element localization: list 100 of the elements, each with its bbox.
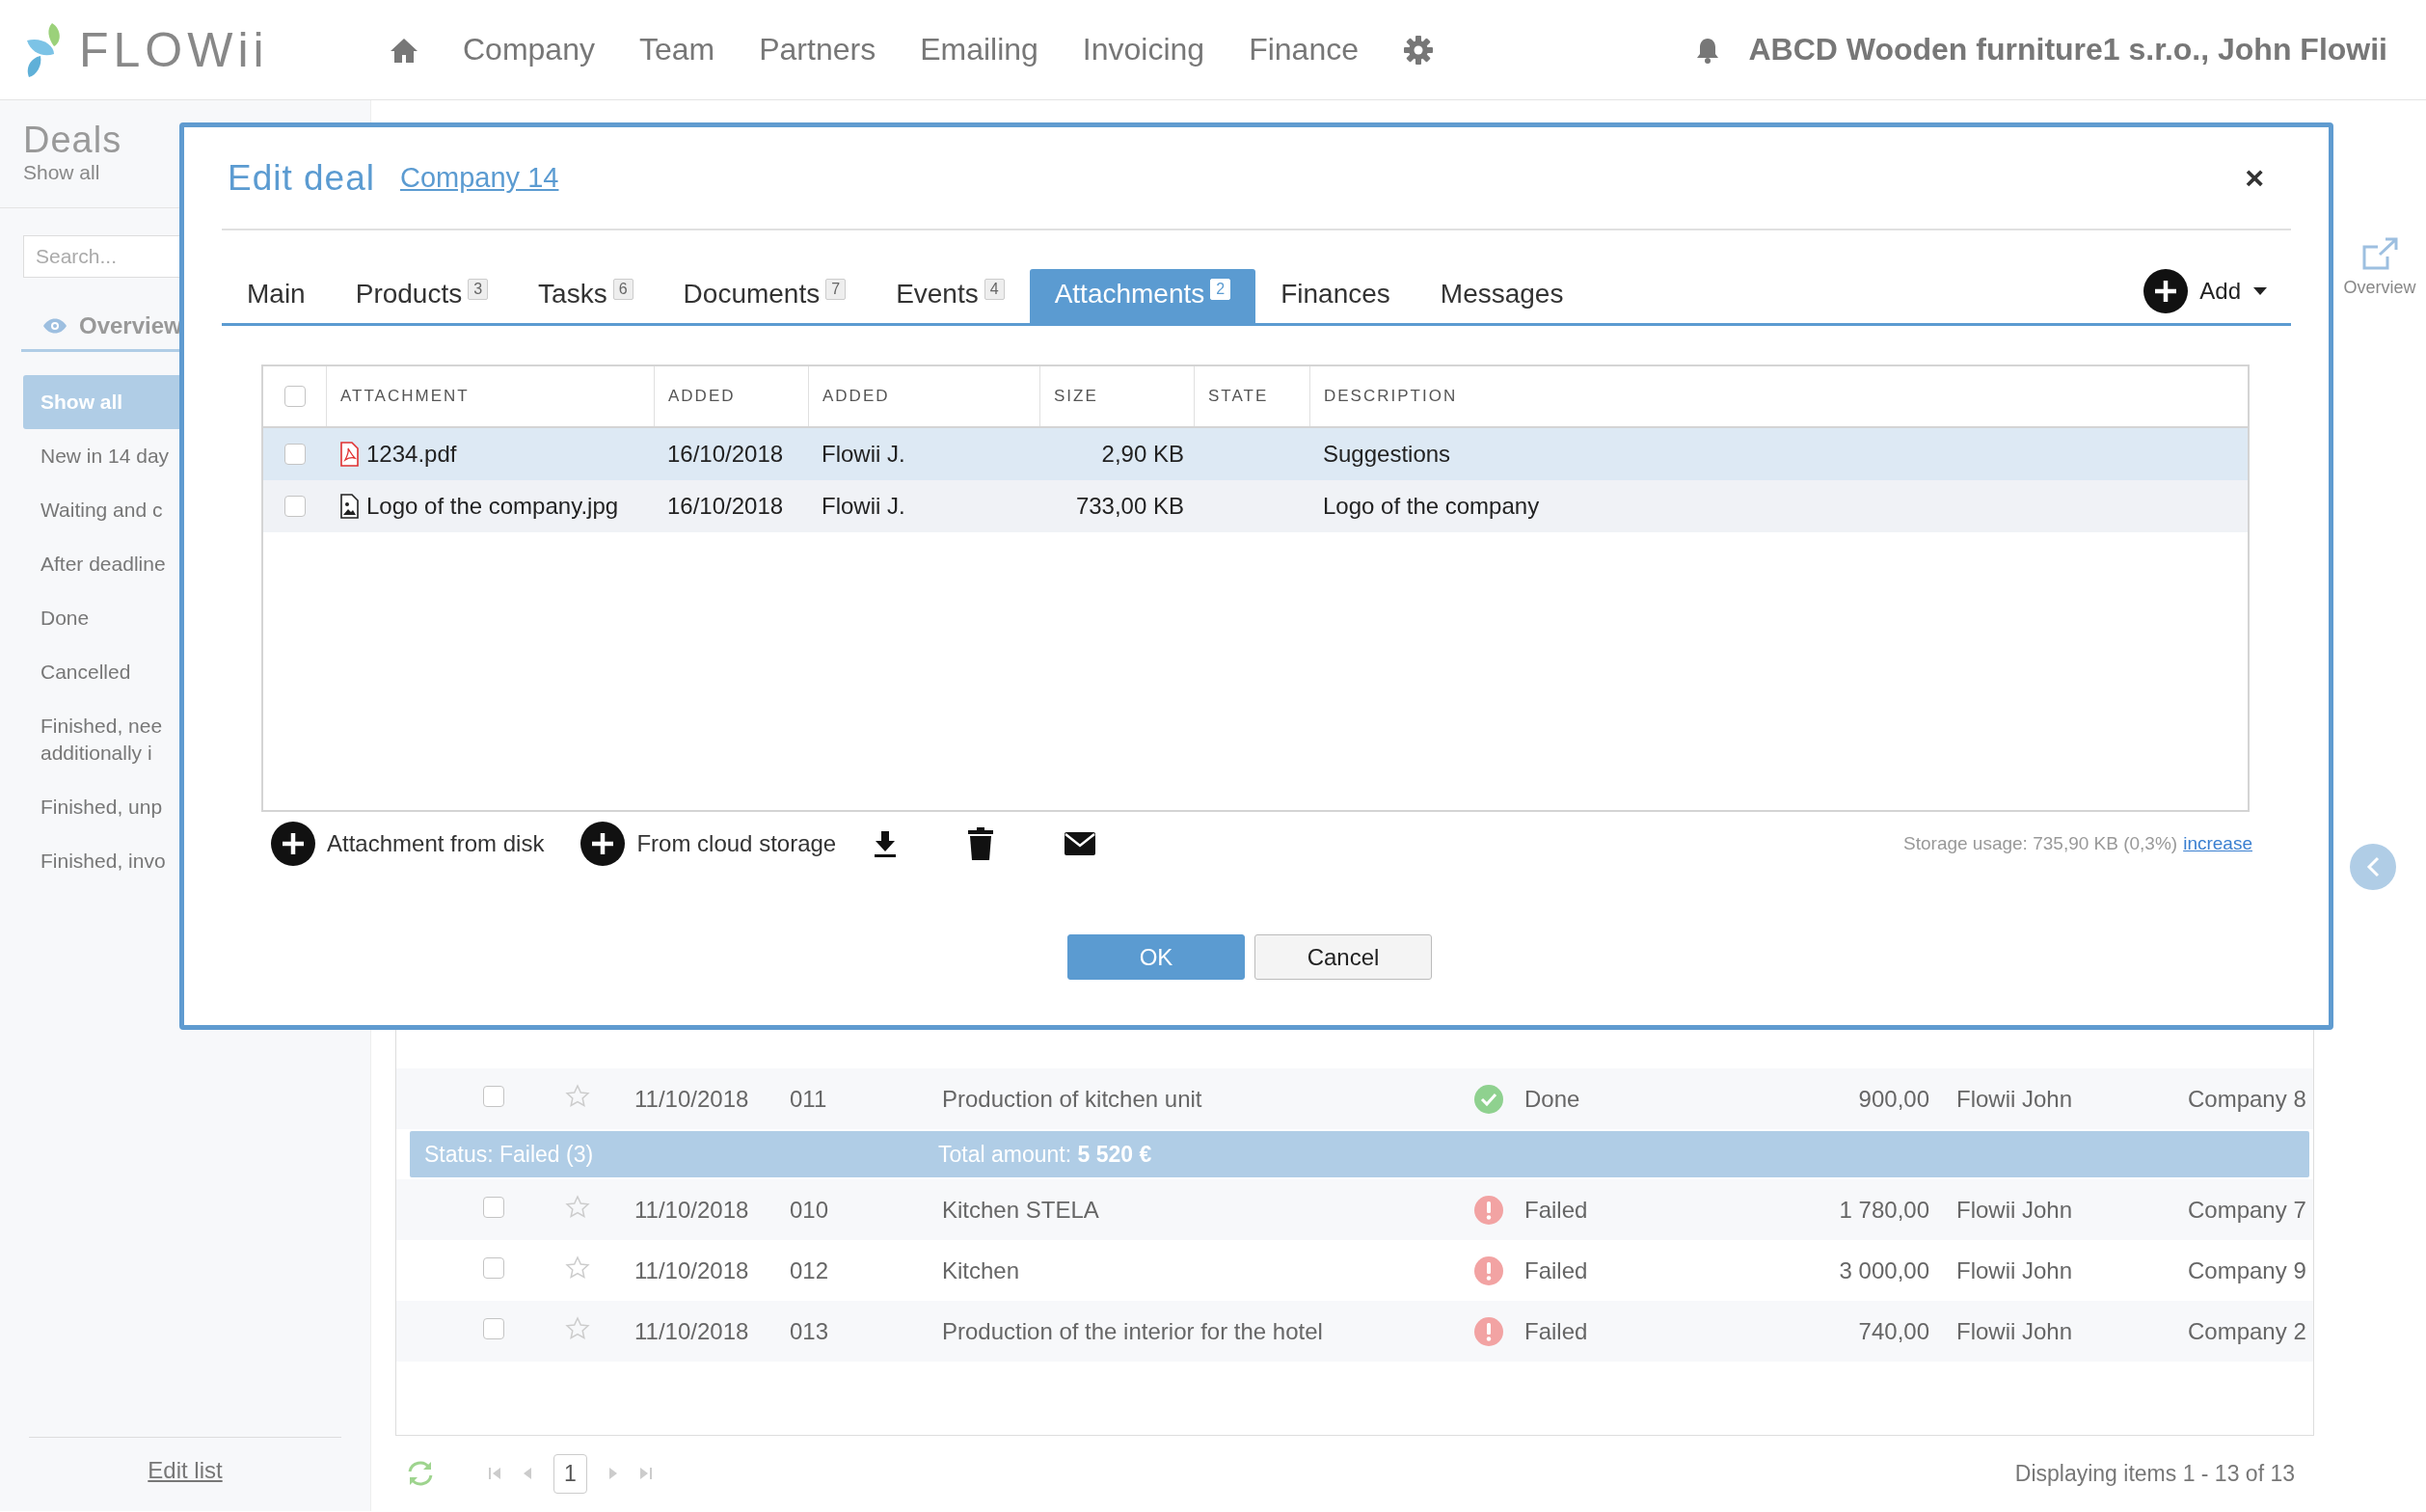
page-title: Deals <box>23 120 122 161</box>
tab-label: Documents <box>683 279 821 310</box>
status-label: Failed <box>1524 1317 1589 1345</box>
column-header[interactable]: ADDED <box>808 366 1039 426</box>
attachment-row[interactable]: Logo of the company.jpg 16/10/2018 Flowii J. 733,00 KB Logo of the company <box>263 480 2248 532</box>
file-name[interactable]: 1234.pdf <box>366 441 457 468</box>
table-cell: Suggestions <box>1323 441 1451 467</box>
button-label: Attachment from disk <box>327 830 545 857</box>
tab[interactable]: Tasks 6 <box>513 269 659 323</box>
count-badge: 6 <box>612 279 633 300</box>
alert-circle-icon <box>1474 1195 1503 1225</box>
tab[interactable]: Events 4 <box>871 269 1030 323</box>
envelope-icon[interactable] <box>1064 831 1097 856</box>
tab[interactable]: Messages <box>1415 269 1589 323</box>
chevron-left-icon <box>2366 856 2380 878</box>
plus-icon <box>271 822 315 866</box>
table-cell[interactable]: Production of kitchen unit <box>942 1085 1474 1113</box>
star-icon[interactable] <box>565 1315 590 1341</box>
home-icon[interactable] <box>390 36 418 64</box>
table-cell-text: 011 <box>790 1085 828 1113</box>
count-badge: 4 <box>984 279 1005 300</box>
column-header[interactable]: SIZE <box>1039 366 1194 426</box>
table-cell-text: Company 7 <box>2188 1196 2307 1224</box>
logo[interactable]: FLOWii <box>79 21 269 78</box>
nav-link[interactable]: Partners <box>759 32 876 68</box>
previous-page-icon[interactable] <box>523 1466 532 1481</box>
tab-label: Overview <box>79 312 182 339</box>
table-cell: 733,00 KB <box>1075 493 1184 519</box>
tab[interactable]: Documents 7 <box>658 269 872 323</box>
table-cell-text: Flowii John <box>1955 1085 2074 1113</box>
status-label: Failed <box>1524 1196 1589 1224</box>
external-link-icon[interactable] <box>2360 237 2399 272</box>
attachment-row[interactable]: 1234.pdf 16/10/2018 Flowii J. 2,90 KB Suggestions <box>263 428 2248 480</box>
nav-link[interactable]: Invoicing <box>1082 32 1205 68</box>
tab-label: Events <box>896 279 979 310</box>
settings-icon[interactable] <box>1403 34 1434 66</box>
table-cell-text: 740,00 <box>1857 1317 1929 1345</box>
checkbox[interactable] <box>283 496 306 517</box>
column-header[interactable]: ATTACHMENT <box>326 366 654 426</box>
nav-link[interactable]: Team <box>638 32 715 68</box>
tab-label: Messages <box>1440 279 1564 310</box>
tab-label: Tasks <box>538 279 607 310</box>
add-button[interactable]: Add <box>2143 269 2268 313</box>
table-cell: Logo of the company <box>1323 493 1540 519</box>
tab-label: Attachments <box>1054 279 1205 310</box>
close-button[interactable]: × <box>2245 159 2264 197</box>
column-header[interactable]: DESCRIPTION <box>1309 366 2248 426</box>
table-cell-text: 900,00 <box>1857 1085 1929 1113</box>
cancel-button[interactable]: Cancel <box>1254 934 1432 980</box>
table-cell[interactable]: Production of the interior for the hotel <box>942 1317 1474 1345</box>
add-attachment-button[interactable]: Attachment from disk <box>271 822 545 866</box>
last-page-icon[interactable] <box>638 1466 653 1481</box>
table-cell-text: Flowii John <box>1955 1196 2074 1224</box>
trash-icon[interactable] <box>967 826 995 861</box>
table-cell-text: 11/10/2018 <box>634 1085 750 1113</box>
add-attachment-button[interactable]: From cloud storage <box>580 822 837 866</box>
table-cell-text: 010 <box>790 1196 830 1224</box>
account-name[interactable]: ABCD Wooden furniture1 s.r.o., John Flowii <box>1748 32 2387 68</box>
group-total: Total amount: 5 520 € <box>938 1141 1153 1168</box>
star-icon[interactable] <box>565 1083 590 1109</box>
table-cell[interactable]: Kitchen <box>942 1256 1474 1284</box>
column-header[interactable]: STATE <box>1194 366 1309 426</box>
collapse-button[interactable] <box>2350 844 2396 890</box>
checkbox[interactable] <box>483 1085 504 1107</box>
edit-list-link[interactable]: Edit list <box>148 1457 223 1483</box>
nav-link[interactable]: Emailing <box>920 32 1038 68</box>
file-name[interactable]: Logo of the company.jpg <box>366 493 619 520</box>
checkbox[interactable] <box>283 386 306 407</box>
tab[interactable]: Products 3 <box>330 269 514 323</box>
table-cell-text: Company 2 <box>2188 1317 2307 1345</box>
table-cell[interactable]: Kitchen STELA <box>942 1196 1474 1224</box>
checkbox[interactable] <box>483 1317 504 1339</box>
star-icon[interactable] <box>565 1194 590 1220</box>
status-label: Failed <box>1524 1256 1589 1284</box>
nav-link[interactable]: Company <box>463 32 595 68</box>
column-header[interactable]: ADDED <box>654 366 808 426</box>
table-cell: 16/10/2018 <box>667 493 784 519</box>
dialog-title: Edit deal <box>228 157 375 199</box>
checkbox[interactable] <box>283 444 306 465</box>
table-cell-text: Company 9 <box>2188 1256 2307 1284</box>
button-label: From cloud storage <box>636 830 837 857</box>
tab[interactable]: Finances <box>1255 269 1415 323</box>
table-cell-text: Company 8 <box>2188 1085 2307 1113</box>
table-cell: 2,90 KB <box>1101 441 1184 467</box>
bell-icon[interactable] <box>1696 36 1720 64</box>
checkbox[interactable] <box>483 1196 504 1218</box>
pagination-summary: Displaying items 1 - 13 of 13 <box>2014 1460 2295 1487</box>
status-label: Done <box>1524 1085 1581 1113</box>
first-page-icon[interactable] <box>488 1466 501 1481</box>
download-icon[interactable] <box>873 829 899 858</box>
increase-link[interactable]: increase <box>2183 833 2252 854</box>
table-cell: Flowii J. <box>822 441 905 467</box>
count-badge: 7 <box>825 279 847 300</box>
next-page-icon[interactable] <box>607 1466 618 1481</box>
checkbox[interactable] <box>483 1256 504 1279</box>
nav-link[interactable]: Finance <box>1249 32 1359 68</box>
table-cell-text: 1 780,00 <box>1838 1196 1929 1224</box>
page-number[interactable]: 1 <box>553 1453 587 1494</box>
star-icon[interactable] <box>565 1255 590 1281</box>
overview-label[interactable]: Overview <box>2343 278 2416 298</box>
